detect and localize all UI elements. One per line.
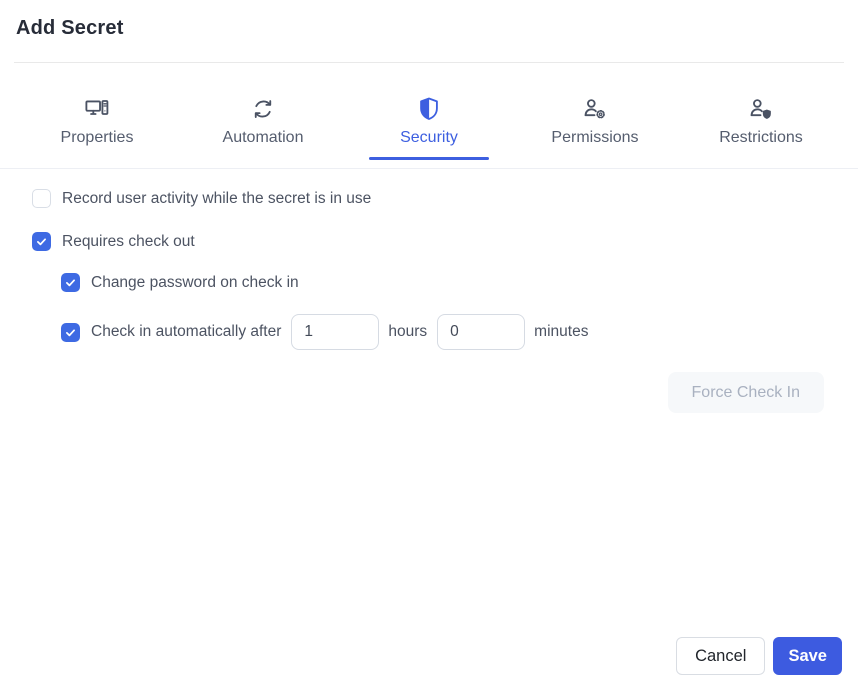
dialog-footer: Cancel Save	[676, 637, 842, 675]
minutes-unit-label: minutes	[534, 323, 588, 341]
tab-automation[interactable]: Automation	[180, 63, 346, 160]
auto-checkin-label: Check in automatically after	[91, 323, 281, 341]
auto-checkin-checkbox[interactable]	[61, 323, 80, 342]
user-gear-icon	[582, 96, 608, 122]
check-icon	[64, 276, 77, 289]
record-activity-row: Record user activity while the secret is…	[32, 189, 826, 208]
change-password-checkbox[interactable]	[61, 273, 80, 292]
tab-restrictions[interactable]: Restrictions	[678, 63, 844, 160]
record-activity-checkbox[interactable]	[32, 189, 51, 208]
force-check-in-row: Force Check In	[32, 372, 826, 413]
tab-active-underline	[369, 157, 489, 160]
shield-icon	[416, 96, 442, 122]
cancel-button[interactable]: Cancel	[676, 637, 765, 675]
tab-properties[interactable]: Properties	[14, 63, 180, 160]
check-icon	[64, 326, 77, 339]
hours-unit-label: hours	[388, 323, 427, 341]
tab-permissions-label: Permissions	[551, 129, 638, 147]
security-tab-panel: Record user activity while the secret is…	[0, 169, 858, 413]
change-password-label: Change password on check in	[91, 274, 299, 292]
tab-underline	[701, 157, 821, 160]
tab-underline	[203, 157, 323, 160]
computer-icon	[84, 96, 110, 122]
record-activity-label: Record user activity while the secret is…	[62, 190, 371, 208]
user-shield-icon	[748, 96, 774, 122]
change-password-row: Change password on check in	[61, 273, 826, 292]
tab-security-label: Security	[400, 129, 458, 147]
page-title: Add Secret	[16, 17, 842, 40]
check-icon	[35, 235, 48, 248]
tab-automation-label: Automation	[223, 129, 304, 147]
tab-permissions[interactable]: Permissions	[512, 63, 678, 160]
sync-icon	[250, 96, 276, 122]
tab-bar: Properties Automation Security	[14, 63, 844, 160]
hours-input[interactable]	[291, 314, 379, 350]
tab-security[interactable]: Security	[346, 63, 512, 160]
save-button[interactable]: Save	[773, 637, 842, 675]
tab-restrictions-label: Restrictions	[719, 129, 803, 147]
tab-underline	[37, 157, 157, 160]
requires-checkout-checkbox[interactable]	[32, 232, 51, 251]
requires-checkout-row: Requires check out	[32, 232, 826, 251]
minutes-input[interactable]	[437, 314, 525, 350]
tab-properties-label: Properties	[61, 129, 134, 147]
force-check-in-button[interactable]: Force Check In	[668, 372, 824, 413]
tab-underline	[535, 157, 655, 160]
dialog-header: Add Secret	[0, 0, 858, 40]
requires-checkout-label: Requires check out	[62, 233, 195, 251]
auto-checkin-row: Check in automatically after hours minut…	[61, 314, 826, 350]
